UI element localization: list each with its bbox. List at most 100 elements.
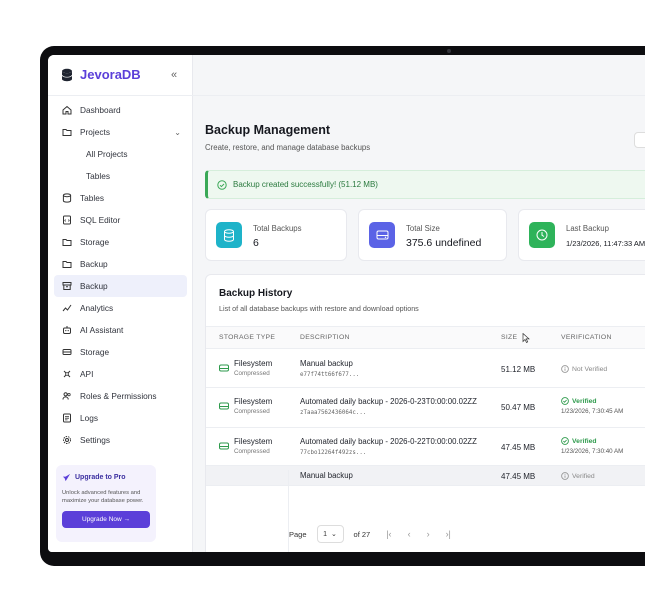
storage-type: Filesystem [234, 397, 273, 406]
hard-drive-icon [219, 442, 229, 450]
next-page-icon[interactable]: › [427, 529, 430, 539]
sidebar-item-label: SQL Editor [80, 215, 121, 225]
backup-description: Automated daily backup - 2026-0-23T0:00:… [300, 397, 477, 406]
backup-description: Manual backup [300, 359, 353, 368]
chevron-down-icon: ⌄ [331, 531, 337, 538]
chart-icon [62, 304, 72, 312]
folder-icon [62, 239, 72, 246]
column-header[interactable]: DESCRIPTION [300, 334, 350, 341]
app-screen: JevoraDB « Dashboard Projects ⌄ All Project… [48, 55, 645, 552]
page-subtitle: Create, restore, and manage database bac… [205, 143, 371, 152]
sidebar-item-projects[interactable]: Projects ⌄ [54, 121, 187, 143]
sidebar-item-backup[interactable]: Backup [54, 275, 187, 297]
backup-id: e77f74tt66f677... [300, 372, 360, 378]
home-icon [62, 105, 72, 115]
api-icon [63, 370, 71, 378]
file-code-icon [63, 215, 71, 225]
column-header[interactable]: SIZE [501, 334, 517, 341]
sidebar-item-storage[interactable]: Storage [54, 231, 187, 253]
sidebar-item-storage[interactable]: Storage [54, 341, 187, 363]
sidebar-item-dashboard[interactable]: Dashboard [54, 99, 187, 121]
stat-value: 6 [253, 237, 259, 249]
sidebar-item-label: Storage [80, 237, 110, 247]
database-icon [62, 193, 72, 203]
hard-drive-icon [369, 222, 395, 248]
history-subtitle: List of all database backups with restor… [219, 304, 419, 313]
backup-size: 47.45 MB [501, 472, 536, 481]
database-icon [216, 222, 242, 248]
sidebar-item-logs[interactable]: Logs [54, 407, 187, 429]
verification-date: 1/23/2026, 7:30:40 AM [561, 448, 624, 455]
upgrade-now-button[interactable]: Upgrade Now → [62, 511, 150, 528]
stat-label: Total Backups [253, 224, 302, 233]
sidebar-item-tables[interactable]: Tables [54, 165, 187, 187]
sidebar-item-label: Roles & Permissions [80, 391, 157, 401]
upgrade-card: Upgrade to Pro Unlock advanced features … [56, 465, 156, 542]
sidebar-item-analytics[interactable]: Analytics [54, 297, 187, 319]
sidebar-item-settings[interactable]: Settings [54, 429, 187, 451]
sidebar-item-label: Dashboard [80, 105, 121, 115]
clock-icon [529, 222, 555, 248]
gear-icon [63, 436, 71, 444]
stat-value: 375.6 undefined [406, 237, 482, 249]
sidebar-item-label: Tables [80, 193, 104, 203]
rocket-icon [62, 473, 71, 482]
page-label: Page [289, 529, 307, 539]
table-row[interactable]: Manual backup 47.45 MB Verified [206, 466, 645, 486]
mouse-cursor-icon [522, 333, 530, 343]
storage-type: Filesystem [234, 359, 273, 368]
upgrade-description: Unlock advanced features and maximize yo… [62, 490, 144, 504]
verification-status: Verified [561, 437, 623, 445]
sidebar-item-api[interactable]: API [54, 363, 187, 385]
column-header[interactable]: VERIFICATION [561, 334, 612, 341]
page-count: of 27 [353, 529, 371, 539]
stat-card-total-backups: Total Backups 6 [205, 209, 347, 261]
sidebar-item-label: Projects [80, 127, 110, 137]
sidebar-nav: Dashboard Projects ⌄ All Projects Tables Tabl… [54, 99, 187, 451]
alert-text: Backup created successfully! (51.12 MB) [233, 180, 378, 189]
page-select[interactable]: 1 ⌄ [316, 525, 344, 543]
backup-size: 47.45 MB [501, 443, 536, 452]
sidebar-item-roles-permissions[interactable]: Roles & Permissions [54, 385, 187, 407]
first-page-icon[interactable]: |‹ [386, 529, 391, 539]
hard-drive-icon [219, 364, 229, 372]
toolbar-button[interactable] [634, 132, 645, 148]
info-circle-icon [561, 472, 569, 480]
verification-date: 1/23/2026, 7:30:45 AM [561, 408, 624, 415]
chevron-down-icon[interactable]: ⌄ [174, 128, 181, 137]
sidebar-item-label: Tables [86, 171, 110, 181]
sidebar-item-label: Backup [80, 259, 108, 269]
table-row[interactable]: Filesystem Compressed Automated daily back… [206, 428, 645, 466]
sidebar-item-label: Logs [80, 413, 98, 423]
sidebar-item-ai-assistant[interactable]: AI Assistant [54, 319, 187, 341]
info-circle-icon [561, 365, 569, 373]
verification-status: Verified [561, 472, 595, 480]
brand[interactable]: JevoraDB [61, 67, 141, 82]
stat-card-last-backup: Last Backup 1/23/2026, 11:47:33 AM [518, 209, 645, 261]
prev-page-icon[interactable]: ‹ [408, 529, 411, 539]
table-row[interactable]: Filesystem Compressed Automated daily back… [206, 388, 645, 428]
history-title: Backup History [219, 288, 293, 299]
last-page-icon[interactable]: ›| [446, 529, 451, 539]
app-name: JevoraDB [80, 67, 141, 82]
backup-size: 50.47 MB [501, 403, 536, 412]
sidebar-item-label: Backup [80, 281, 108, 291]
column-header[interactable]: STORAGE TYPE [219, 334, 275, 341]
double-chevron-left-icon[interactable]: « [171, 69, 177, 81]
stat-value: 1/23/2026, 11:47:33 AM [566, 239, 645, 248]
stat-label: Total Size [406, 224, 440, 233]
sidebar-item-sql-editor[interactable]: SQL Editor [54, 209, 187, 231]
check-circle-icon [217, 179, 227, 190]
check-circle-icon [561, 397, 569, 405]
sidebar-item-label: Storage [80, 347, 110, 357]
sidebar-item-tables[interactable]: Tables [54, 187, 187, 209]
sidebar-item-backup[interactable]: Backup [54, 253, 187, 275]
stat-card-total-size: Total Size 375.6 undefined [358, 209, 507, 261]
check-circle-icon [561, 437, 569, 445]
sidebar-item-all-projects[interactable]: All Projects [54, 143, 187, 165]
page-title: Backup Management [205, 123, 331, 137]
database-logo-icon [61, 68, 73, 81]
backup-history-card: Backup History List of all database back… [205, 274, 645, 552]
backup-description: Automated daily backup - 2026-0-22T0:00:… [300, 437, 477, 446]
table-row[interactable]: Filesystem Compressed Manual backup e77f74t… [206, 350, 645, 388]
